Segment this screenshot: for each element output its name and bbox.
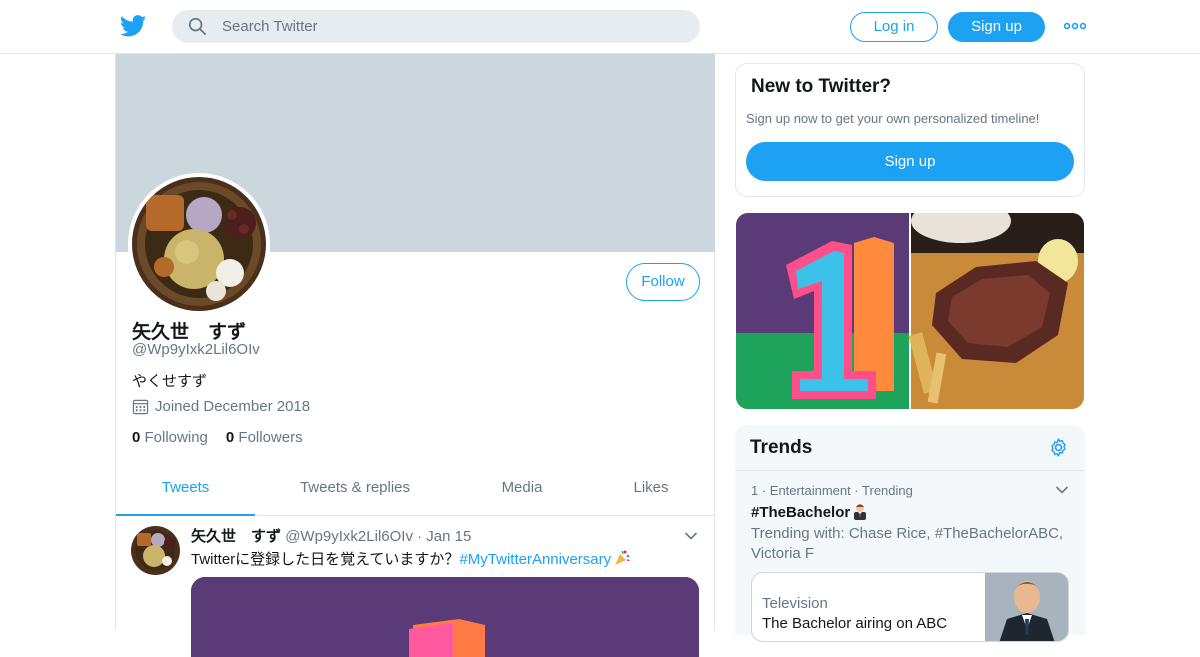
login-button[interactable]: Log in — [850, 12, 938, 42]
tweet-text: Twitterに登録した日を覚えていますか？#MyTwitterAnnivers… — [191, 548, 631, 569]
tweet-header: 矢久世 すず @Wp9yIxk2Lil6OIv · Jan 15 — [191, 525, 471, 546]
signup-card-subtitle: Sign up now to get your own personalized… — [746, 111, 1040, 126]
search-icon — [188, 17, 206, 35]
gear-icon[interactable] — [1048, 437, 1069, 458]
tweet-avatar-image — [131, 526, 180, 575]
event-title: The Bachelor airing on ABC — [762, 615, 948, 632]
signup-card-button[interactable]: Sign up — [746, 142, 1074, 181]
tweet-item[interactable]: 矢久世 すず @Wp9yIxk2Lil6OIv · Jan 15 Twitter… — [116, 516, 715, 657]
more-dots-icon[interactable] — [1064, 18, 1086, 34]
trends-panel: Trends 1 · Entertainment · Trending #The… — [735, 425, 1085, 642]
trend-event-card[interactable]: Television The Bachelor airing on ABC — [751, 572, 1069, 642]
top-bar: Log in Sign up — [0, 0, 1200, 54]
event-thumbnail-image — [985, 573, 1068, 641]
profile-tabs: Tweets Tweets & replies Media Likes — [116, 465, 715, 516]
tweet-separator: · — [417, 528, 423, 545]
search-input[interactable] — [222, 10, 682, 43]
event-thumbnail — [985, 573, 1068, 641]
followers-stat[interactable]: 0 Followers — [226, 429, 303, 446]
tab-tweets[interactable]: Tweets — [116, 465, 255, 516]
followers-label: Followers — [238, 429, 303, 446]
calendar-icon — [132, 399, 149, 415]
trend-meta: 1 · Entertainment · Trending — [751, 483, 913, 498]
avatar-food-image — [132, 177, 266, 311]
following-count: 0 — [132, 429, 141, 446]
signup-button[interactable]: Sign up — [948, 12, 1045, 42]
following-stat[interactable]: 0 Following — [132, 429, 208, 446]
media-tile-anniversary[interactable] — [736, 213, 909, 409]
party-popper-icon — [615, 550, 630, 565]
signup-card-title: New to Twitter? — [751, 76, 892, 97]
following-label: Following — [144, 429, 208, 446]
trends-header: Trends — [735, 425, 1085, 471]
profile-column: Follow 矢久世 すず @Wp9yIxk2Lil6OIv やくせすず Joi… — [115, 54, 715, 657]
tweet-avatar[interactable] — [131, 526, 180, 575]
trend-trending-with: Trending with: Chase Rice, #TheBachelorA… — [751, 525, 1064, 562]
tweet-hashtag-link[interactable]: #MyTwitterAnniversary — [459, 551, 611, 568]
tweet-author-handle[interactable]: @Wp9yIxk2Lil6OIv — [285, 528, 413, 545]
signup-card: New to Twitter? Sign up now to get your … — [735, 63, 1085, 197]
media-preview-grid — [736, 213, 1084, 409]
trends-title: Trends — [750, 437, 813, 458]
profile-avatar[interactable] — [128, 173, 270, 315]
tab-tweets-replies[interactable]: Tweets & replies — [276, 465, 434, 516]
media-tile-steak[interactable] — [908, 213, 1084, 409]
tweet-author-name[interactable]: 矢久世 すず — [191, 528, 281, 545]
event-category: Television — [762, 595, 828, 612]
profile-stats: 0 Following 0 Followers — [132, 429, 303, 446]
trend-name[interactable]: #TheBachelor — [751, 503, 868, 521]
tweet-date[interactable]: Jan 15 — [426, 528, 471, 545]
profile-handle: @Wp9yIxk2Lil6OIv — [132, 341, 260, 358]
twitter-bird-icon[interactable] — [120, 14, 146, 38]
tweet-media-image[interactable] — [191, 577, 699, 657]
followers-count: 0 — [225, 429, 235, 446]
profile-display-name: 矢久世 すず — [132, 322, 247, 343]
follow-button[interactable]: Follow — [626, 263, 700, 301]
profile-joined: Joined December 2018 — [132, 398, 310, 415]
anniversary-image — [191, 577, 699, 657]
media-preview-images — [736, 213, 1084, 409]
bachelor-emoji-icon — [854, 504, 867, 520]
chevron-down-icon[interactable] — [684, 530, 698, 542]
profile-bio: やくせすず — [132, 373, 208, 390]
search-box[interactable] — [172, 10, 700, 43]
joined-date-text: Joined December 2018 — [155, 398, 311, 415]
chevron-down-icon[interactable] — [1055, 485, 1069, 495]
trend-name-text: #TheBachelor — [751, 504, 851, 521]
tab-likes[interactable]: Likes — [616, 465, 686, 516]
tab-media[interactable]: Media — [486, 465, 558, 516]
tweet-text-body: Twitterに登録した日を覚えていますか？ — [191, 551, 460, 568]
